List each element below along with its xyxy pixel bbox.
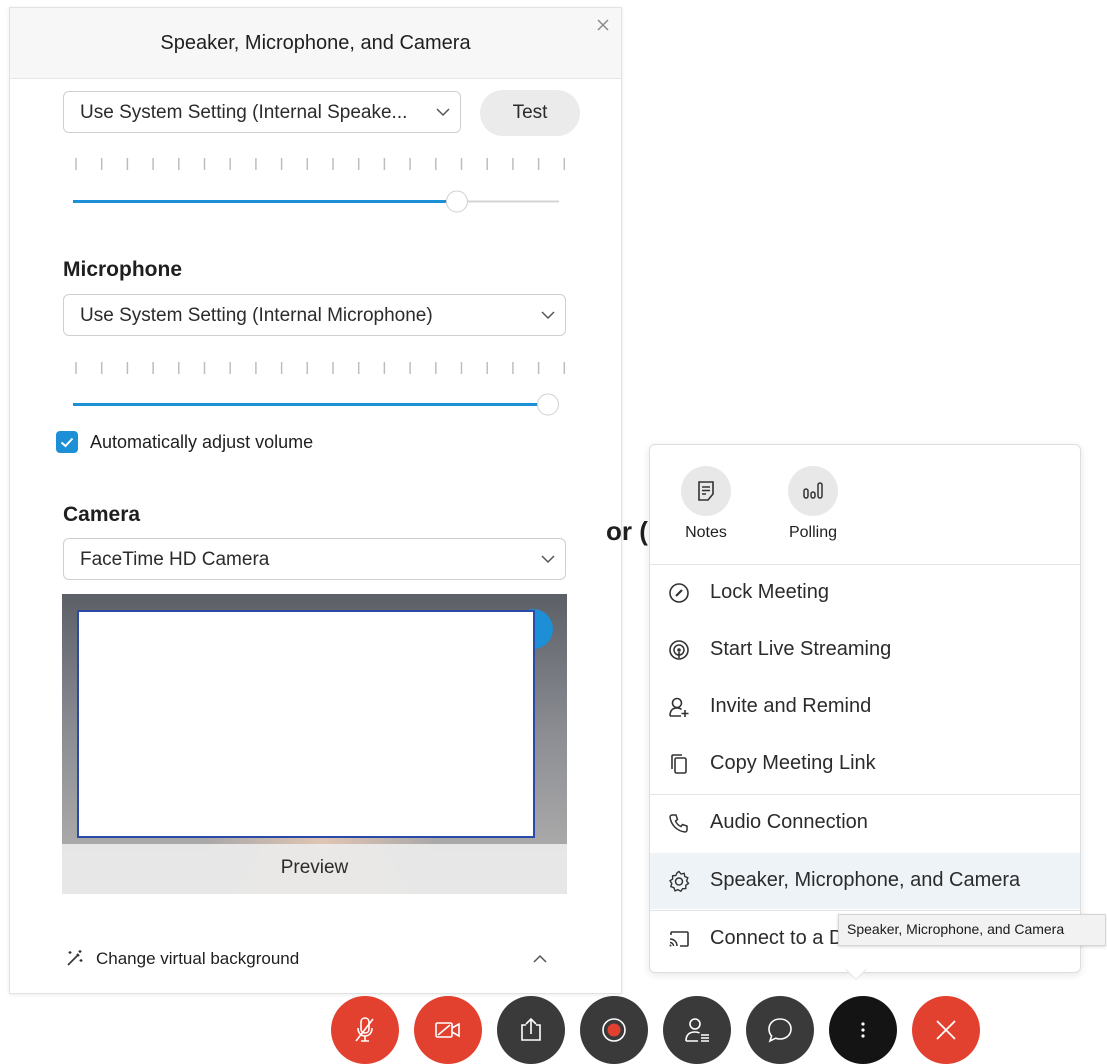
speaker-select[interactable]: Use System Setting (Internal Speake... bbox=[63, 91, 461, 133]
video-off-icon bbox=[435, 1022, 460, 1038]
lock-meeting-icon bbox=[669, 583, 689, 603]
av-settings-dialog: Speaker, Microphone, and Camera Use Syst… bbox=[9, 7, 622, 994]
change-virtual-background-label: Change virtual background bbox=[96, 949, 300, 968]
microphone-select[interactable]: Use System Setting (Internal Microphone) bbox=[63, 294, 566, 336]
menu-pointer bbox=[845, 968, 867, 979]
menu-item-lock-meeting[interactable]: Lock Meeting bbox=[650, 565, 1080, 621]
chevron-down-icon bbox=[541, 311, 555, 320]
leave-meeting-button[interactable] bbox=[912, 996, 980, 1064]
chevron-up-icon[interactable] bbox=[533, 954, 547, 964]
chat-button[interactable] bbox=[746, 996, 814, 1064]
redacted-video-region bbox=[77, 610, 535, 838]
menu-item-speaker-microphone-camera[interactable]: Speaker, Microphone, and Camera bbox=[650, 853, 1080, 909]
speaker-level-meter bbox=[75, 158, 566, 170]
more-options-menu: Notes Polling Lock Meeting Start Live St… bbox=[649, 444, 1081, 973]
mic-off-icon bbox=[355, 1017, 374, 1042]
background-text-fragment: or ( bbox=[606, 516, 648, 546]
camera-heading: Camera bbox=[63, 503, 141, 526]
share-button[interactable] bbox=[497, 996, 565, 1064]
menu-item-audio-connection[interactable]: Audio Connection bbox=[650, 795, 1080, 851]
live-streaming-icon bbox=[669, 640, 689, 660]
test-speaker-button[interactable]: Test bbox=[480, 90, 580, 136]
cast-icon bbox=[669, 931, 689, 947]
video-button[interactable] bbox=[414, 996, 482, 1064]
polling-button[interactable]: Polling bbox=[783, 466, 843, 542]
menu-item-label: Speaker, Microphone, and Camera bbox=[710, 869, 1021, 891]
auto-adjust-checkbox[interactable] bbox=[56, 431, 78, 453]
auto-adjust-label: Automatically adjust volume bbox=[90, 432, 314, 452]
more-button[interactable] bbox=[829, 996, 897, 1064]
more-icon bbox=[861, 1022, 865, 1038]
menu-item-start-live-streaming[interactable]: Start Live Streaming bbox=[650, 622, 1080, 678]
phone-icon bbox=[669, 814, 688, 833]
polling-label: Polling bbox=[788, 524, 838, 541]
participants-button[interactable] bbox=[663, 996, 731, 1064]
participants-icon bbox=[685, 1018, 709, 1042]
gear-icon bbox=[669, 870, 690, 892]
notes-label: Notes bbox=[685, 524, 727, 541]
chat-icon bbox=[768, 1018, 792, 1043]
chevron-down-icon bbox=[436, 108, 450, 117]
close-icon bbox=[936, 1020, 956, 1040]
magic-wand-icon bbox=[67, 950, 83, 966]
mute-button[interactable] bbox=[331, 996, 399, 1064]
microphone-level-meter bbox=[75, 362, 566, 374]
checkmark-icon bbox=[60, 437, 74, 448]
copy-icon bbox=[671, 754, 687, 774]
camera-select-value: FaceTime HD Camera bbox=[80, 549, 270, 570]
menu-item-label: Lock Meeting bbox=[710, 581, 829, 603]
menu-item-copy-meeting-link[interactable]: Copy Meeting Link bbox=[650, 736, 1080, 792]
menu-item-label: Start Live Streaming bbox=[710, 638, 892, 660]
microphone-volume-slider[interactable] bbox=[73, 393, 559, 417]
notes-icon bbox=[698, 481, 714, 501]
menu-item-label: Audio Connection bbox=[710, 811, 868, 833]
speaker-volume-slider[interactable] bbox=[73, 190, 559, 214]
polling-icon bbox=[803, 482, 823, 499]
chevron-down-icon bbox=[541, 555, 555, 564]
microphone-heading: Microphone bbox=[63, 258, 182, 281]
dialog-title: Speaker, Microphone, and Camera bbox=[160, 32, 471, 54]
menu-item-label: Copy Meeting Link bbox=[710, 752, 876, 774]
notes-button[interactable]: Notes bbox=[676, 466, 736, 542]
dialog-header: Speaker, Microphone, and Camera bbox=[10, 8, 621, 79]
menu-item-invite-and-remind[interactable]: Invite and Remind bbox=[650, 679, 1080, 735]
menu-item-label: Invite and Remind bbox=[710, 695, 872, 717]
close-icon[interactable] bbox=[596, 18, 610, 32]
preview-label: Preview bbox=[62, 844, 567, 894]
share-icon bbox=[521, 1017, 541, 1041]
tooltip-text: Speaker, Microphone, and Camera bbox=[847, 921, 1065, 937]
invite-icon bbox=[669, 697, 689, 717]
speaker-select-value: Use System Setting (Internal Speake... bbox=[80, 102, 408, 123]
record-button[interactable] bbox=[580, 996, 648, 1064]
camera-preview: Preview bbox=[62, 594, 567, 894]
record-icon bbox=[602, 1018, 626, 1042]
tooltip: Speaker, Microphone, and Camera bbox=[838, 914, 1106, 946]
microphone-select-value: Use System Setting (Internal Microphone) bbox=[80, 305, 433, 326]
camera-select[interactable]: FaceTime HD Camera bbox=[63, 538, 566, 580]
